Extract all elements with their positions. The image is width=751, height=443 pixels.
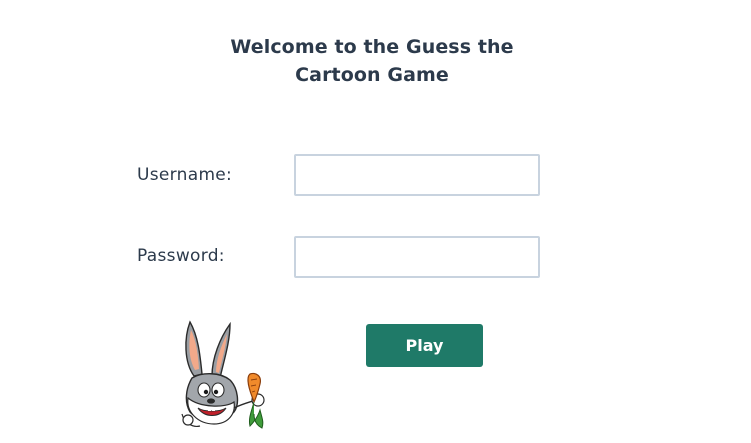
username-input[interactable] (294, 154, 540, 196)
username-label: Username: (137, 165, 233, 185)
title-line-1: Welcome to the Guess the (230, 36, 514, 58)
title-line-2: Cartoon Game (295, 64, 449, 86)
password-label: Password: (137, 246, 225, 266)
password-input[interactable] (294, 236, 540, 278)
bugs-bunny-carrot-illustration (181, 320, 265, 429)
login-page: Welcome to the Guess the Cartoon Game Us… (0, 0, 751, 443)
page-title: Welcome to the Guess the Cartoon Game (200, 33, 544, 89)
play-button[interactable]: Play (366, 324, 483, 367)
